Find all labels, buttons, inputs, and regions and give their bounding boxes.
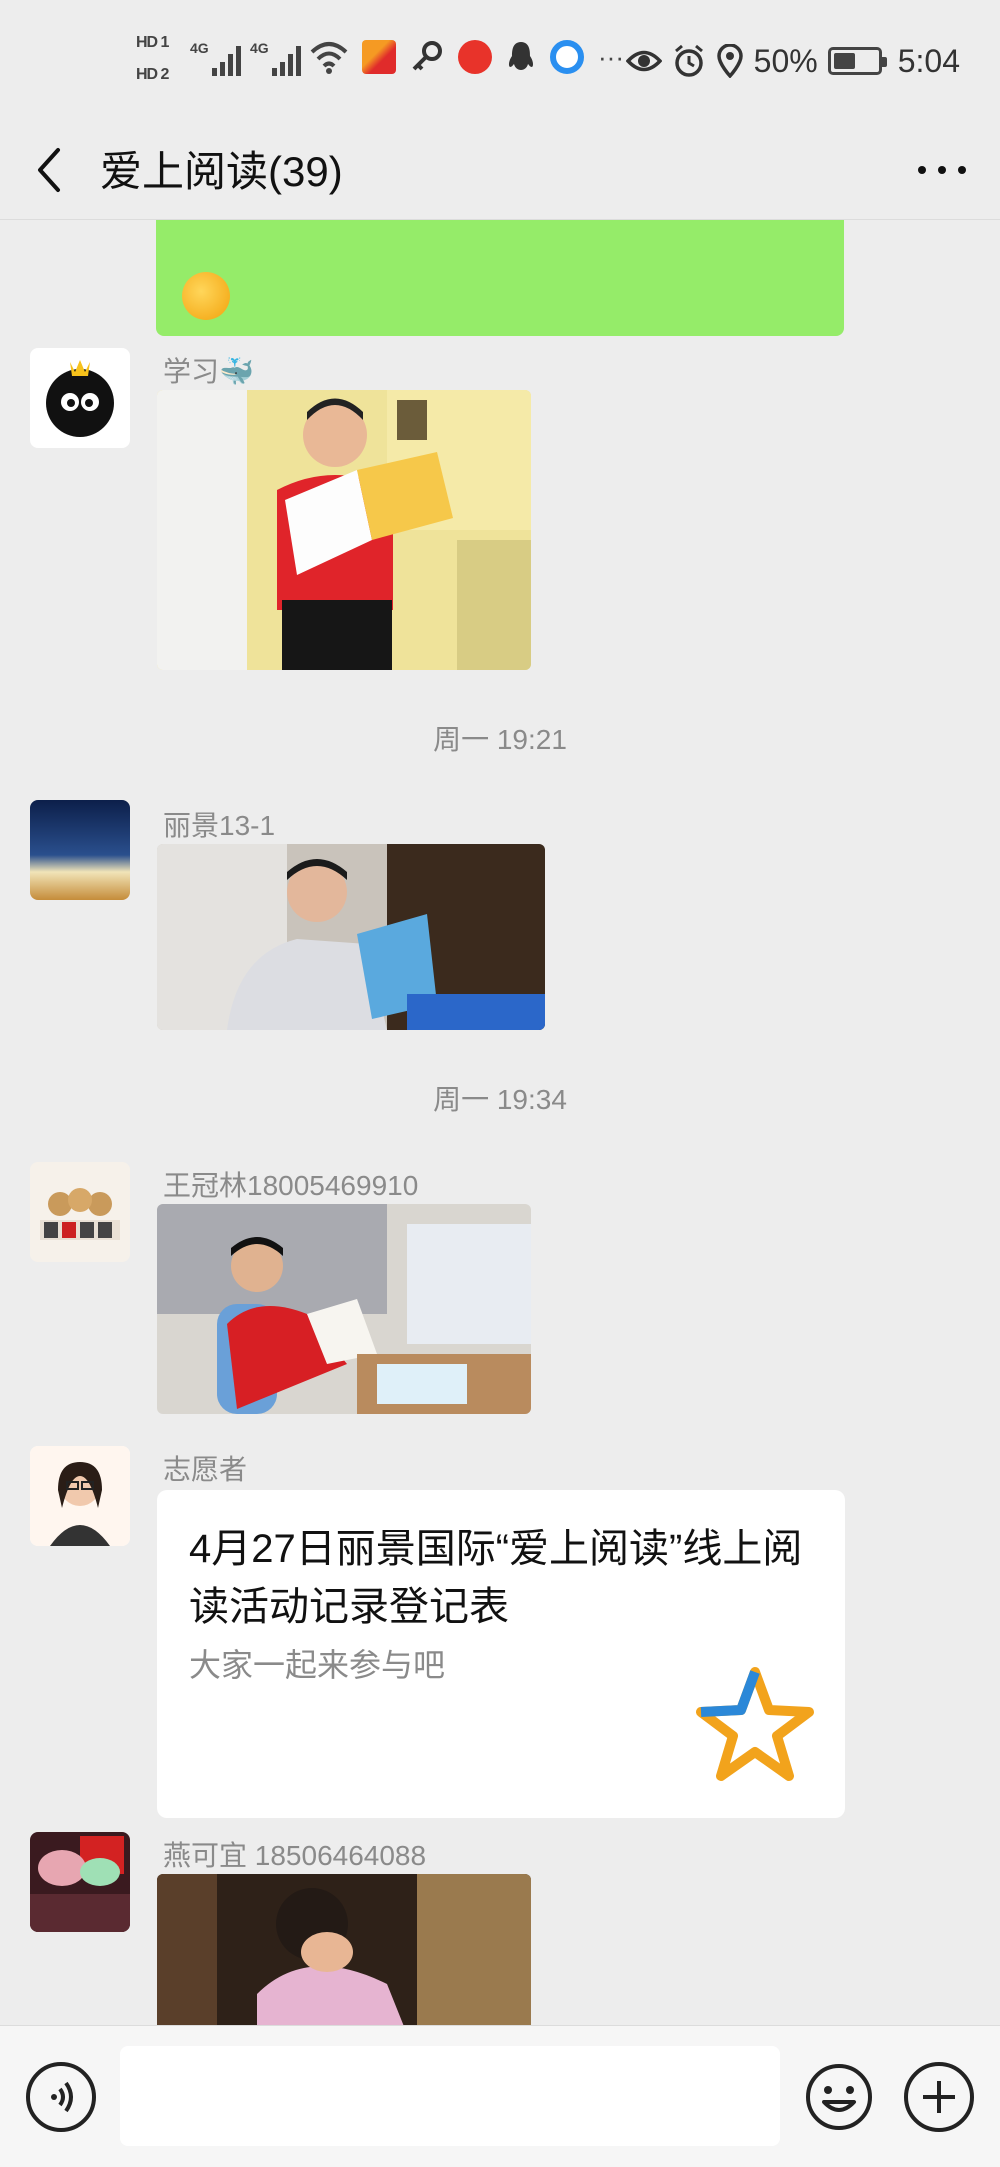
own-message-bubble[interactable] (156, 220, 844, 336)
card-description: 大家一起来参与吧 (189, 1647, 446, 1683)
timestamp: 周一 19:21 (433, 724, 567, 755)
cake-avatar-icon (30, 1832, 130, 1932)
voice-wave-icon (51, 2081, 73, 2113)
clock: 5:04 (897, 42, 960, 79)
avatar[interactable] (30, 1832, 130, 1932)
photo-message[interactable] (157, 1874, 531, 2025)
wifi-icon (310, 42, 348, 74)
status-bar: HD 1 HD 2 4G 4G ··· 50% 5:04 (0, 0, 1000, 120)
plus-icon[interactable] (904, 2062, 974, 2132)
photo-child-reading (157, 1874, 531, 2025)
notification-icons: ··· (310, 40, 624, 74)
location-icon (716, 44, 743, 78)
photo-message[interactable] (157, 1204, 531, 1414)
sender-name: 丽景13-1 (163, 810, 276, 841)
key-icon (412, 41, 442, 71)
photo-child-reading (157, 1204, 531, 1414)
chat-header: 爱上阅读(39) (0, 120, 1000, 220)
photo-message[interactable] (157, 390, 531, 670)
soot-sprite-avatar-icon (46, 360, 114, 437)
hd2-indicator: HD 2 (136, 66, 169, 83)
emoji-icon[interactable] (804, 2062, 874, 2132)
more-dots-icon[interactable] (912, 150, 972, 190)
network-type-2: 4G (250, 40, 269, 56)
app-icon (458, 40, 492, 74)
signal-icon (212, 44, 242, 76)
person-avatar-icon (30, 1446, 130, 1546)
avatar[interactable] (30, 1446, 130, 1546)
network-type-1: 4G (190, 40, 209, 56)
avatar[interactable] (30, 800, 130, 900)
sender-name: 学习🐳 (163, 356, 254, 387)
teddy-bears-avatar-icon (30, 1162, 130, 1262)
battery-percent: 50% (753, 42, 818, 79)
avatar[interactable] (30, 348, 130, 448)
sender-name: 王冠林18005469910 (163, 1170, 419, 1201)
voice-icon[interactable] (26, 2062, 96, 2132)
input-bar (0, 2025, 1000, 2167)
sender-name: 燕可宜 18506464088 (163, 1840, 427, 1871)
sender-name: 志愿者 (163, 1454, 248, 1485)
chat-title: 爱上阅读(39) (100, 148, 343, 195)
battery-icon (827, 47, 887, 75)
eye-icon (625, 50, 662, 72)
shared-link-card[interactable]: 4月27日丽景国际“爱上阅读”线上阅读活动记录登记表 大家一起来参与吧 (157, 1490, 845, 1818)
sky-avatar-icon (30, 800, 130, 900)
timestamp: 周一 19:34 (433, 1084, 567, 1115)
more-notifications: ··· (598, 41, 624, 72)
thinking-emoji-icon (182, 272, 230, 320)
hd1-indicator: HD 1 (136, 34, 169, 51)
photo-message[interactable] (157, 844, 545, 1030)
alarm-icon (674, 44, 703, 77)
chevron-left-icon[interactable] (28, 142, 78, 198)
status-right: 50% 5:04 (625, 38, 960, 84)
photo-child-reading (157, 390, 531, 670)
browser-icon (550, 40, 584, 74)
battery-level (833, 53, 855, 69)
message-list[interactable]: 学习🐳 周一 19:21 丽景13-1 周一 19:34 王冠林18005469… (0, 220, 1000, 2025)
photo-child-reading (157, 844, 545, 1030)
app-icon (362, 40, 396, 74)
star-icon (696, 1667, 814, 1781)
qq-icon (508, 42, 534, 70)
message-input[interactable] (120, 2046, 780, 2146)
avatar[interactable] (30, 1162, 130, 1262)
signal-icon (272, 44, 302, 76)
card-title: 4月27日丽景国际“爱上阅读”线上阅读活动记录登记表 (189, 1527, 803, 1629)
